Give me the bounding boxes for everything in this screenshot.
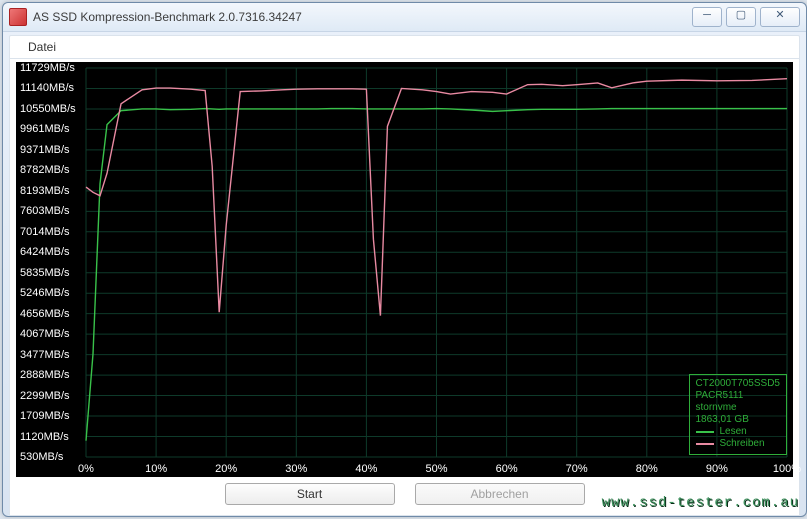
- y-tick-label: 8193MB/s: [20, 185, 70, 197]
- minimize-button[interactable]: ─: [692, 7, 722, 27]
- x-tick-label: 70%: [566, 463, 588, 475]
- y-tick-label: 11729MB/s: [20, 62, 75, 74]
- legend-device: CT2000T705SSD5: [696, 378, 781, 390]
- legend-driver: stornvme: [696, 402, 781, 414]
- y-tick-label: 2888MB/s: [20, 369, 70, 381]
- y-tick-label: 9961MB/s: [20, 123, 70, 135]
- x-tick-label: 40%: [355, 463, 377, 475]
- app-icon: [9, 8, 27, 26]
- x-tick-label: 20%: [215, 463, 237, 475]
- window-title: AS SSD Kompression-Benchmark 2.0.7316.34…: [33, 10, 692, 24]
- y-tick-label: 5246MB/s: [20, 287, 70, 299]
- y-tick-label: 8782MB/s: [20, 164, 70, 176]
- y-tick-label: 9371MB/s: [20, 144, 70, 156]
- y-tick-label: 1120MB/s: [20, 431, 69, 443]
- x-tick-label: 0%: [78, 463, 94, 475]
- x-tick-label: 60%: [496, 463, 518, 475]
- y-tick-label: 4656MB/s: [20, 308, 70, 320]
- maximize-button[interactable]: ▢: [726, 7, 756, 27]
- close-button[interactable]: ✕: [760, 7, 800, 27]
- legend-write-label: Schreiben: [720, 438, 765, 450]
- legend-capacity: 1863,01 GB: [696, 414, 781, 426]
- benchmark-chart: CT2000T705SSD5 PACR5111 stornvme 1863,01…: [16, 62, 793, 477]
- y-tick-label: 11140MB/s: [20, 82, 74, 94]
- x-tick-label: 30%: [285, 463, 307, 475]
- y-tick-label: 3477MB/s: [20, 349, 70, 361]
- legend-firmware: PACR5111: [696, 390, 781, 402]
- legend-read-label: Lesen: [720, 426, 747, 438]
- y-tick-label: 2299MB/s: [20, 390, 70, 402]
- legend-swatch-write: [696, 443, 714, 445]
- x-tick-label: 80%: [636, 463, 658, 475]
- y-tick-label: 6424MB/s: [20, 246, 70, 258]
- legend-swatch-read: [696, 431, 714, 433]
- menubar: Datei: [9, 35, 800, 59]
- titlebar: AS SSD Kompression-Benchmark 2.0.7316.34…: [3, 3, 806, 32]
- y-tick-label: 4067MB/s: [20, 328, 70, 340]
- x-tick-label: 100%: [773, 463, 801, 475]
- y-tick-label: 530MB/s: [20, 451, 63, 463]
- menu-datei[interactable]: Datei: [18, 38, 66, 56]
- button-bar: Start Abbrechen: [16, 477, 793, 511]
- x-tick-label: 90%: [706, 463, 728, 475]
- y-tick-label: 5835MB/s: [20, 267, 70, 279]
- x-tick-label: 10%: [145, 463, 167, 475]
- y-tick-label: 7603MB/s: [20, 205, 70, 217]
- start-button[interactable]: Start: [225, 483, 395, 505]
- y-tick-label: 10550MB/s: [20, 103, 76, 115]
- x-tick-label: 50%: [425, 463, 447, 475]
- cancel-button[interactable]: Abbrechen: [415, 483, 585, 505]
- y-tick-label: 1709MB/s: [20, 410, 70, 422]
- y-tick-label: 7014MB/s: [20, 226, 70, 238]
- chart-legend: CT2000T705SSD5 PACR5111 stornvme 1863,01…: [689, 374, 788, 455]
